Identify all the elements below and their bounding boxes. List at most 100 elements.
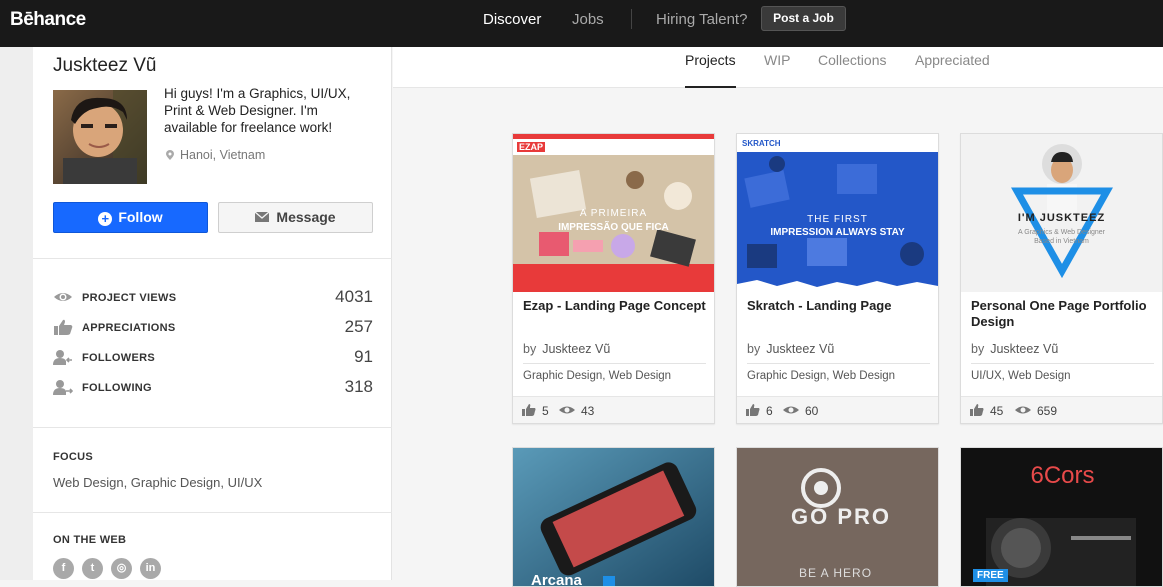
linkedin-icon[interactable]: in (140, 558, 161, 579)
location-pin-icon (166, 150, 174, 160)
message-button[interactable]: Message (218, 202, 373, 233)
card-divider (971, 363, 1154, 364)
author-link[interactable]: Juskteez Vũ (542, 342, 610, 356)
tab-appreciated[interactable]: Appreciated (915, 52, 990, 68)
thumbnail-logo: EZAP (517, 142, 546, 152)
top-navigation-bar: Bēhance Discover Jobs Hiring Talent? Pos… (0, 0, 1163, 47)
sidebar-divider (33, 512, 392, 513)
post-job-button[interactable]: Post a Job (761, 6, 846, 31)
tab-projects[interactable]: Projects (685, 52, 736, 68)
stat-followers: FOLLOWERS 91 (53, 347, 373, 369)
stat-following: FOLLOWING 318 (53, 377, 373, 399)
on-the-web-title: ON THE WEB (53, 534, 127, 546)
by-label: by (523, 342, 537, 356)
project-thumbnail[interactable]: EZAP A PRIMEIRA IMPRESSÃO QUE FICA (513, 134, 714, 292)
stat-label: FOLLOWERS (82, 352, 155, 364)
project-thumbnail[interactable] (513, 448, 715, 587)
active-tab-indicator (685, 86, 736, 88)
follower-icon (53, 350, 72, 365)
stat-value: 4031 (335, 287, 373, 306)
profile-location: Hanoi, Vietnam (166, 148, 265, 162)
thumbnail-headline-line1: I'M JUSKTEEZ (1017, 212, 1106, 224)
card-divider (747, 363, 930, 364)
focus-title: FOCUS (53, 451, 93, 463)
stat-label: PROJECT VIEWS (82, 292, 177, 304)
thumbs-up-icon (746, 404, 760, 416)
view-count: 659 (1037, 404, 1058, 418)
stat-value: 318 (344, 377, 373, 396)
avatar[interactable] (53, 90, 147, 184)
project-stats: 5 43 (513, 396, 714, 423)
project-author: by Juskteez Vũ (747, 342, 834, 356)
profile-sidebar: Juskteez Vũ Hi guys! I'm a Graphics, UI/… (33, 47, 392, 580)
thumbnail-headline-line2: IMPRESSION ALWAYS STAY (770, 227, 905, 238)
twitter-icon[interactable]: t (82, 558, 103, 579)
follow-button[interactable]: + Follow (53, 202, 208, 233)
facebook-icon[interactable]: f (53, 558, 74, 579)
project-card[interactable]: I'M JUSKTEEZ A Graphics & Web Designer B… (960, 133, 1163, 424)
appreciation-count: 5 (542, 404, 549, 418)
project-stats: 45 659 (961, 396, 1162, 423)
author-link[interactable]: Juskteez Vũ (990, 342, 1058, 356)
view-count: 60 (805, 404, 819, 418)
thumbnail-caption: 6Cors (1030, 462, 1095, 489)
left-gutter (0, 47, 33, 580)
stat-value: 91 (354, 347, 373, 366)
view-count: 43 (581, 404, 595, 418)
project-title[interactable]: Personal One Page Portfolio Design (971, 298, 1156, 330)
location-text: Hanoi, Vietnam (180, 148, 266, 162)
nav-jobs[interactable]: Jobs (572, 11, 604, 28)
nav-divider (631, 9, 632, 29)
stat-label: APPRECIATIONS (82, 322, 176, 334)
nav-hiring-talent[interactable]: Hiring Talent? (656, 11, 747, 28)
project-card[interactable]: 6Cors FREE (960, 447, 1163, 587)
eye-icon (559, 406, 575, 414)
project-thumbnail[interactable]: SKRATCH THE FIRST IMPRESSION ALWAYS STAY (737, 134, 938, 292)
project-stats: 6 60 (737, 396, 938, 423)
thumbnail-caption: BE A HERO (799, 566, 873, 580)
appreciation-count: 6 (766, 404, 773, 418)
profile-tabs: Projects WIP Collections Appreciated (393, 47, 1163, 88)
free-badge: FREE (973, 569, 1008, 582)
nav-discover[interactable]: Discover (483, 11, 541, 28)
thumbnail-image (737, 134, 938, 292)
plus-icon: + (98, 212, 113, 226)
project-title[interactable]: Skratch - Landing Page (747, 298, 932, 314)
author-link[interactable]: Juskteez Vũ (766, 342, 834, 356)
tab-collections[interactable]: Collections (818, 52, 886, 68)
project-categories: UI/UX, Web Design (971, 370, 1071, 382)
project-author: by Juskteez Vũ (523, 342, 610, 356)
behance-logo[interactable]: Bēhance (10, 9, 86, 31)
thumbnail-headline-line2: IMPRESSÃO QUE FICA (558, 222, 669, 233)
stat-project-views: PROJECT VIEWS 4031 (53, 287, 373, 309)
envelope-icon (255, 212, 270, 222)
tab-wip[interactable]: WIP (764, 52, 790, 68)
thumbnail-logo-mark: GO PRO (791, 504, 892, 529)
instagram-icon[interactable]: ◎ (111, 558, 132, 579)
stat-label: FOLLOWING (82, 382, 152, 394)
by-label: by (747, 342, 761, 356)
thumbs-up-icon (970, 404, 984, 416)
project-card[interactable]: GO PRO BE A HERO (736, 447, 939, 587)
message-label: Message (276, 209, 336, 225)
sidebar-divider (33, 427, 392, 428)
appreciation-count: 45 (990, 404, 1004, 418)
following-icon (53, 380, 73, 395)
thumbnail-headline-line1: THE FIRST (807, 214, 868, 225)
thumbnail-logo: SKRATCH (742, 139, 781, 148)
eye-icon (783, 406, 799, 414)
follow-label: Follow (118, 209, 163, 225)
thumbnail-headline-line2: A Graphics & Web Designer Based in Vietn… (1017, 229, 1106, 245)
thumbs-up-icon (54, 319, 73, 335)
project-title[interactable]: Ezap - Landing Page Concept (523, 298, 708, 314)
eye-icon (54, 293, 72, 301)
project-card[interactable]: Arcana (512, 447, 715, 587)
by-label: by (971, 342, 985, 356)
project-card[interactable]: SKRATCH THE FIRST IMPRESSION ALWAYS STAY… (736, 133, 939, 424)
thumbnail-headline-line1: A PRIMEIRA (579, 208, 648, 219)
focus-text: Web Design, Graphic Design, UI/UX (53, 475, 263, 490)
thumbs-up-icon (522, 404, 536, 416)
project-card[interactable]: EZAP A PRIMEIRA IMPRESSÃO QUE FICA Ezap … (512, 133, 715, 424)
sidebar-divider (33, 258, 392, 259)
project-thumbnail[interactable]: I'M JUSKTEEZ A Graphics & Web Designer B… (961, 134, 1162, 292)
